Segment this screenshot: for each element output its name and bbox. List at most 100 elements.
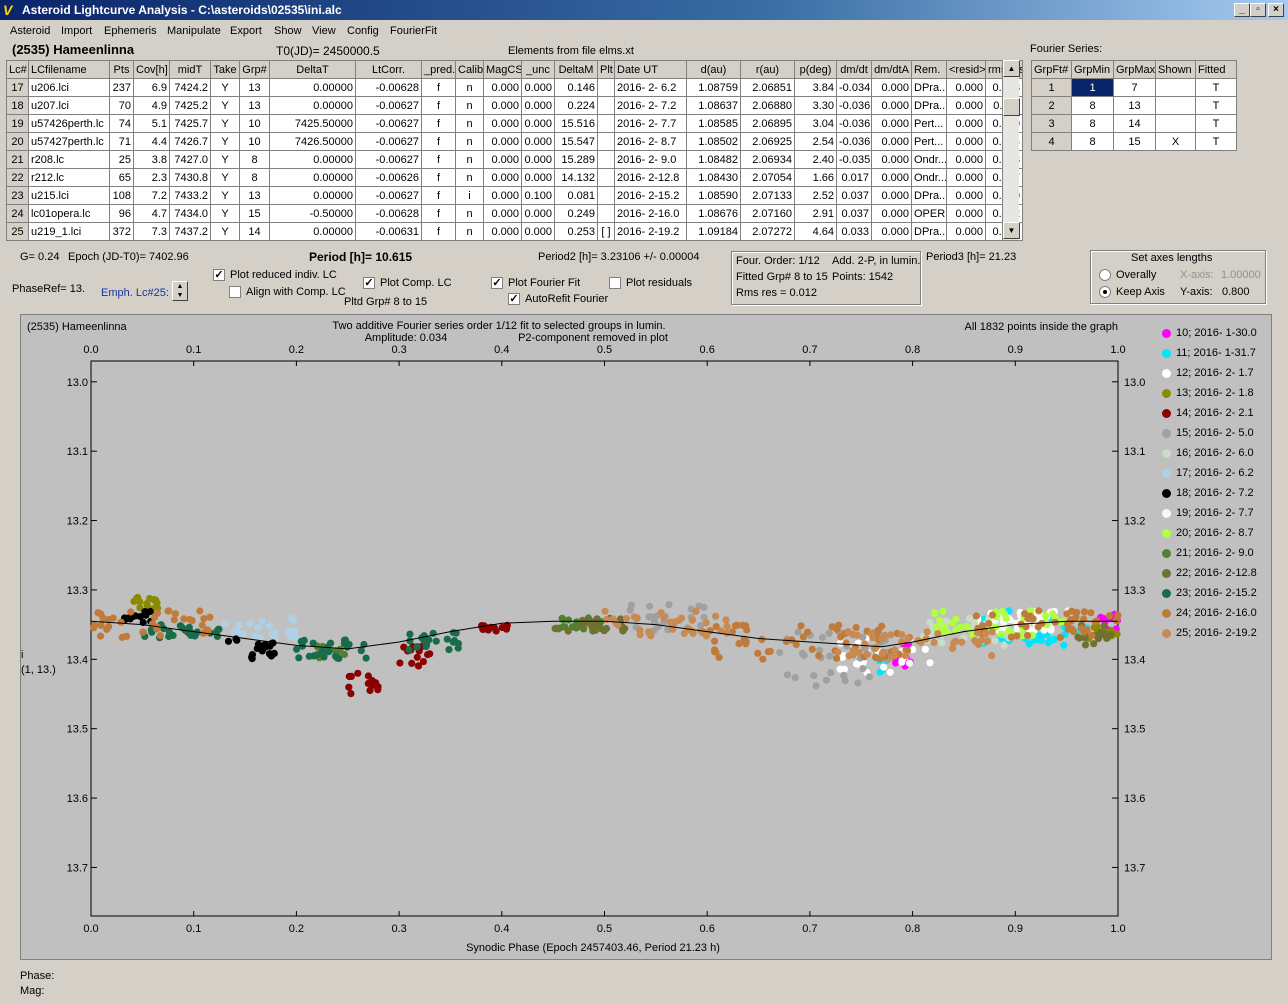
menu-manipulate[interactable]: Manipulate	[167, 25, 221, 37]
align-comp-checkbox[interactable]	[229, 286, 241, 298]
plot-residuals-checkbox[interactable]	[609, 277, 621, 289]
fourier-cell[interactable]: 7	[1113, 78, 1156, 97]
column-header[interactable]: <resid>	[946, 60, 986, 79]
menu-import[interactable]: Import	[61, 25, 92, 37]
column-header[interactable]: _pred.	[421, 60, 456, 79]
column-header[interactable]: midT	[169, 60, 211, 79]
table-scrollbar[interactable]: ▲ ▼	[1002, 60, 1020, 240]
keep-axis-radio[interactable]	[1099, 286, 1111, 298]
row-header[interactable]: 20	[6, 132, 29, 151]
fourier-row[interactable]: 117T	[1031, 78, 1237, 97]
menu-ephemeris[interactable]: Ephemeris	[104, 25, 157, 37]
table-row[interactable]: 24 lc01opera.lc 96 4.7 7434.0 Y 15 -0.50000 -0.0…	[6, 204, 1023, 223]
autorefit-checkbox[interactable]: ✓	[508, 293, 520, 305]
yaxis-value[interactable]: 0.800	[1222, 286, 1250, 298]
lightcurve-plot-panel[interactable]: (2535) Hameenlinna Two additive Fourier …	[20, 314, 1272, 960]
fourier-cell[interactable]: X	[1155, 132, 1196, 151]
fourier-cell[interactable]: 1	[1071, 78, 1114, 97]
fourier-cell[interactable]: 15	[1113, 132, 1156, 151]
scroll-up-icon[interactable]: ▲	[1003, 60, 1020, 77]
emph-spinner[interactable]: ▲ ▼	[172, 281, 188, 301]
fourier-cell[interactable]: 13	[1113, 96, 1156, 115]
fourier-cell[interactable]: T	[1195, 96, 1237, 115]
plot-fourier-checkbox[interactable]: ✓	[491, 277, 503, 289]
menu-fourierfit[interactable]: FourierFit	[390, 25, 437, 37]
row-header[interactable]: 25	[6, 222, 29, 241]
fourier-cell[interactable]	[1155, 114, 1196, 133]
row-header[interactable]: 19	[6, 114, 29, 133]
xaxis-value[interactable]: 1.00000	[1221, 269, 1261, 281]
overally-radio[interactable]	[1099, 269, 1111, 281]
fourier-row-header[interactable]: 4	[1031, 132, 1072, 151]
row-header[interactable]: 22	[6, 168, 29, 187]
maximize-button[interactable]: ▫	[1250, 3, 1266, 17]
fourier-column-header[interactable]: Shown	[1155, 60, 1196, 79]
plot-comp-checkbox[interactable]: ✓	[363, 277, 375, 289]
table-row[interactable]: 18 u207.lci 70 4.9 7425.2 Y 13 0.00000 -0.00627 f…	[6, 96, 1023, 115]
table-row[interactable]: 23 u215.lci 108 7.2 7433.2 Y 13 0.00000 -0.00627…	[6, 186, 1023, 205]
row-header[interactable]: 17	[6, 78, 29, 97]
menu-asteroid[interactable]: Asteroid	[10, 25, 50, 37]
column-header[interactable]: MagCS	[483, 60, 522, 79]
plot-reduced-checkbox[interactable]: ✓	[213, 269, 225, 281]
column-header[interactable]: DeltaT	[269, 60, 356, 79]
row-header[interactable]: 23	[6, 186, 29, 205]
fourier-cell[interactable]: 8	[1071, 96, 1114, 115]
column-header[interactable]: Cov[h]	[133, 60, 170, 79]
table-row[interactable]: 20 u57427perth.lc 71 4.4 7426.7 Y 10 7426.50000…	[6, 132, 1023, 151]
fourier-row[interactable]: 3 8 14 T	[1031, 114, 1237, 133]
column-header[interactable]: Take	[210, 60, 240, 79]
close-button[interactable]: ×	[1268, 3, 1284, 17]
row-header[interactable]: 24	[6, 204, 29, 223]
fourier-cell[interactable]: 8	[1071, 132, 1114, 151]
scroll-down-icon[interactable]: ▼	[1003, 222, 1020, 239]
column-header[interactable]: r(au)	[740, 60, 795, 79]
fourier-cell[interactable]: 8	[1071, 114, 1114, 133]
fourier-row-header[interactable]: 1	[1031, 78, 1072, 97]
column-header[interactable]: Lc#	[6, 60, 29, 79]
table-row[interactable]: 25 u219_1.lci 372 7.3 7437.2 Y 14 0.00000 -0.006…	[6, 222, 1023, 241]
column-header[interactable]: Pts	[109, 60, 134, 79]
column-header[interactable]: LCfilename	[28, 60, 110, 79]
column-header[interactable]: LtCorr.	[355, 60, 422, 79]
fourier-row-header[interactable]: 3	[1031, 114, 1072, 133]
column-header[interactable]: dm/dt	[836, 60, 872, 79]
column-header[interactable]: _unc	[521, 60, 555, 79]
table-row[interactable]: 17 u206.lci 237 6.9 7424.2 Y 13 0.00000 -0.00628…	[6, 78, 1023, 97]
menu-config[interactable]: Config	[347, 25, 379, 37]
data-point	[1105, 612, 1114, 620]
fourier-cell[interactable]: T	[1195, 132, 1237, 151]
menu-export[interactable]: Export	[230, 25, 262, 37]
fourier-column-header[interactable]: GrpMin	[1071, 60, 1114, 79]
table-row[interactable]: 19 u57426perth.lc 74 5.1 7425.7 Y 10 7425.50000…	[6, 114, 1023, 133]
column-header[interactable]: Plt	[597, 60, 615, 79]
column-header[interactable]: DeltaM	[554, 60, 598, 79]
column-header[interactable]: Grp#	[239, 60, 270, 79]
minimize-button[interactable]: _	[1234, 3, 1250, 17]
menu-view[interactable]: View	[312, 25, 336, 37]
column-header[interactable]: Date UT	[614, 60, 687, 79]
fourier-cell[interactable]	[1155, 78, 1196, 97]
fourier-column-header[interactable]: GrpFt#	[1031, 60, 1072, 79]
scroll-thumb[interactable]	[1003, 98, 1020, 116]
row-header[interactable]: 18	[6, 96, 29, 115]
column-header[interactable]: p(deg)	[794, 60, 837, 79]
fourier-cell[interactable]: T	[1195, 78, 1237, 97]
column-header[interactable]: d(au)	[686, 60, 741, 79]
table-row[interactable]: 21 r208.lc 25 3.8 7427.0 Y 8 0.00000 -0.00627 f n 0…	[6, 150, 1023, 169]
fourier-row[interactable]: 2 8 13 T	[1031, 96, 1237, 115]
fourier-row[interactable]: 4 8 15 X T	[1031, 132, 1237, 151]
fourier-column-header[interactable]: Fitted	[1195, 60, 1237, 79]
column-header[interactable]: dm/dtA	[871, 60, 912, 79]
lightcurve-chart[interactable]: (2535) Hameenlinna Two additive Fourier …	[21, 315, 1273, 961]
fourier-cell[interactable]: 14	[1113, 114, 1156, 133]
row-header[interactable]: 21	[6, 150, 29, 169]
column-header[interactable]: Rem.	[911, 60, 947, 79]
fourier-cell[interactable]	[1155, 96, 1196, 115]
fourier-cell[interactable]: T	[1195, 114, 1237, 133]
menu-show[interactable]: Show	[274, 25, 302, 37]
fourier-row-header[interactable]: 2	[1031, 96, 1072, 115]
fourier-column-header[interactable]: GrpMax	[1113, 60, 1156, 79]
table-row[interactable]: 22 r212.lc 65 2.3 7430.8 Y 8 0.00000 -0.00626 f n 0…	[6, 168, 1023, 187]
column-header[interactable]: Calib.	[455, 60, 484, 79]
